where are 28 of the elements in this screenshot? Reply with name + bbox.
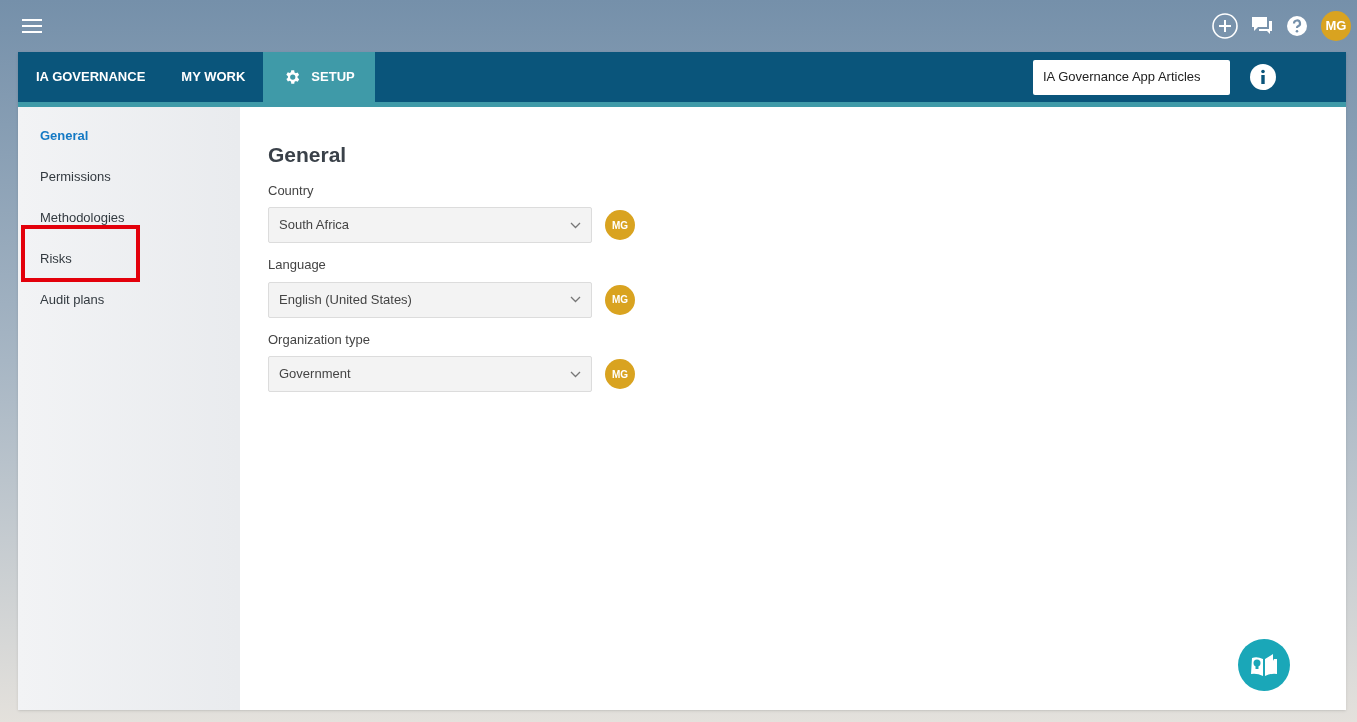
field-label: Organization type <box>268 330 371 349</box>
chevron-down-icon <box>570 221 581 229</box>
user-avatar: MG <box>605 359 635 389</box>
info-icon[interactable] <box>1250 64 1276 90</box>
chevron-down-icon <box>570 370 581 378</box>
knowledge-button[interactable] <box>1238 639 1290 691</box>
menu-icon[interactable] <box>22 19 42 33</box>
sidebar-item[interactable]: Audit plans <box>40 290 105 310</box>
chat-icon[interactable] <box>1251 16 1273 36</box>
field-label: Country <box>268 181 315 200</box>
nav-tab[interactable]: IA GOVERNANCE <box>18 52 164 102</box>
sidebar-item[interactable]: Methodologies <box>40 208 125 228</box>
user-avatar: MG <box>605 284 635 315</box>
field-label: Language <box>268 256 327 274</box>
add-icon[interactable] <box>1212 13 1238 39</box>
sidebar-item[interactable]: Permissions <box>40 167 111 187</box>
sidebar-item[interactable]: General <box>40 126 89 146</box>
chevron-down-icon <box>570 296 581 303</box>
dropdown[interactable]: South Africa <box>268 207 592 243</box>
dropdown[interactable]: English (United States) <box>268 281 592 318</box>
page-title: General <box>268 142 348 168</box>
nav-tab[interactable]: MY WORK <box>163 52 264 102</box>
user-avatar: MG <box>605 210 635 240</box>
dropdown[interactable]: Government <box>268 356 592 392</box>
sidebar-item[interactable]: Risks <box>40 249 72 269</box>
gear-icon <box>283 68 302 86</box>
help-icon[interactable] <box>1286 15 1308 37</box>
search-field[interactable]: IA Governance App Articles <box>1033 59 1230 95</box>
